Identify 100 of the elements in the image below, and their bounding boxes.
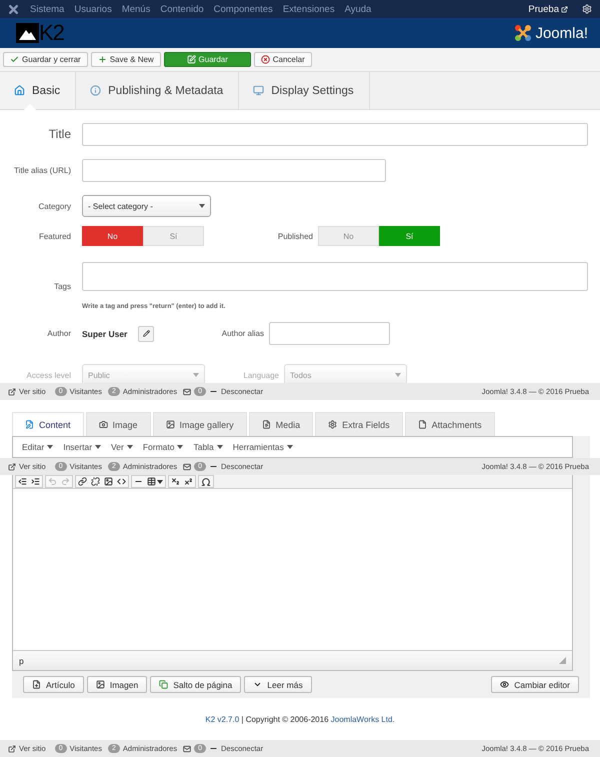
menu-item[interactable]: Usuarios <box>69 4 117 14</box>
toggle-option[interactable]: Sí <box>379 226 440 246</box>
editor-menu[interactable]: Insertar <box>58 442 106 452</box>
title-field[interactable] <box>82 122 588 146</box>
brand-logo-icon <box>514 24 532 42</box>
editor-tool-button[interactable] <box>115 476 128 487</box>
toolbar-button[interactable]: Save & New <box>90 52 161 67</box>
editor-tool-button[interactable] <box>169 476 182 487</box>
redo-icon <box>61 477 70 486</box>
caret-icon <box>199 204 205 208</box>
external-link-icon <box>561 6 568 12</box>
caret-icon <box>177 445 184 449</box>
settings-icon[interactable] <box>582 4 592 14</box>
menu-item[interactable]: Componentes <box>208 4 278 14</box>
toolbar-button[interactable]: Guardar <box>164 52 251 67</box>
editor-tool-button[interactable] <box>199 476 213 487</box>
author-alias-field[interactable] <box>269 322 390 345</box>
content-tab[interactable]: Image <box>86 412 151 436</box>
editor-menu[interactable]: Formato <box>138 442 188 452</box>
camera-icon <box>98 420 108 429</box>
pencil-icon <box>142 330 150 337</box>
menu-item[interactable]: Sistema <box>25 4 70 14</box>
content-tab[interactable]: Image gallery <box>152 412 247 436</box>
editor-tool-button[interactable] <box>76 476 89 487</box>
external-link-icon <box>8 462 16 470</box>
menu-item[interactable]: Ayuda <box>340 4 376 14</box>
editor-tool-button[interactable] <box>16 476 29 487</box>
content-tab[interactable]: Extra Fields <box>315 412 403 436</box>
subscript-icon <box>171 477 180 486</box>
link-icon <box>78 477 87 486</box>
menu-item[interactable]: Menús <box>116 4 156 14</box>
version-link[interactable]: K2 v2.7.0 <box>205 714 240 724</box>
external-link-icon <box>8 744 16 752</box>
field-label: Category <box>38 202 71 210</box>
gear-icon <box>328 420 338 429</box>
tags-field[interactable] <box>82 262 588 291</box>
editor-tool-button[interactable] <box>102 476 115 487</box>
check-icon <box>10 55 19 64</box>
insert-button[interactable]: Salto de página <box>150 676 242 693</box>
image-icon <box>96 680 105 689</box>
editor-menu[interactable]: Editar <box>17 442 58 452</box>
field-label: Author <box>46 329 71 338</box>
superscript-icon <box>184 477 193 486</box>
element-path: p <box>19 656 24 666</box>
mountain-logo-icon <box>16 23 39 43</box>
caret-icon <box>193 373 199 377</box>
toggle-option[interactable]: No <box>82 226 143 246</box>
media-file-icon <box>262 420 271 429</box>
edit-icon <box>186 55 196 64</box>
cancel-icon <box>260 55 270 64</box>
caret-icon <box>286 445 293 449</box>
code-icon <box>117 477 126 486</box>
table-icon <box>147 477 156 486</box>
tab[interactable]: Publishing & Metadata <box>76 72 240 109</box>
envelope-icon <box>183 744 192 752</box>
caret-icon <box>95 445 102 449</box>
toggle-editor-button[interactable]: Cambiar editor <box>491 676 579 693</box>
category-select[interactable]: - Select category - <box>82 195 211 217</box>
editor-tool-button[interactable] <box>145 476 165 487</box>
content-tab[interactable]: Media <box>248 412 314 436</box>
omega-icon <box>201 476 211 486</box>
alias-field[interactable] <box>82 158 386 182</box>
chevron-down-icon <box>253 680 262 689</box>
logo-text: K2 <box>39 22 64 44</box>
joomla-icon[interactable] <box>8 4 19 14</box>
field-label: Language <box>242 370 279 380</box>
resize-grip-icon[interactable] <box>559 657 566 664</box>
editor-menu[interactable]: Herramientas <box>228 442 298 452</box>
toolbar-button[interactable]: Guardar y cerrar <box>3 52 88 67</box>
caret-icon <box>157 480 163 484</box>
content-tab[interactable]: Attachments <box>404 412 495 436</box>
content-tab[interactable]: Content <box>12 412 84 436</box>
user-link[interactable]: Prueba <box>528 4 568 14</box>
envelope-icon <box>183 388 192 396</box>
toolbar-button[interactable]: Cancelar <box>254 52 312 67</box>
tab[interactable]: Display Settings <box>239 72 370 109</box>
insert-button[interactable]: Artículo <box>23 676 84 693</box>
editor-menu[interactable]: Tabla <box>188 442 228 452</box>
caret-icon <box>216 445 223 449</box>
edit-button[interactable] <box>138 326 154 342</box>
menu-item[interactable]: Contenido <box>155 4 209 14</box>
indent-icon <box>31 477 40 486</box>
field-label: Tags <box>53 282 71 291</box>
monitor-icon <box>253 85 264 96</box>
envelope-icon <box>183 462 192 470</box>
eye-icon <box>500 680 510 689</box>
editor-tool-button[interactable] <box>89 476 102 487</box>
editor-menu[interactable]: Ver <box>106 442 138 452</box>
editor-tool-button[interactable] <box>182 476 195 487</box>
insert-button[interactable]: Imagen <box>86 676 148 693</box>
company-link[interactable]: JoomlaWorks Ltd. <box>330 714 395 724</box>
editor-tool-button[interactable] <box>29 476 42 487</box>
insert-button[interactable]: Leer más <box>244 676 312 693</box>
document-icon <box>25 420 34 429</box>
footer-text: K2 v2.7.0 | Copyright © 2006-2016 JoomlaWorks Ltd. <box>205 714 395 724</box>
external-link-icon <box>8 388 16 396</box>
caret-icon <box>47 445 54 449</box>
field-label: Featured <box>38 232 71 240</box>
menu-item[interactable]: Extensiones <box>278 4 340 14</box>
copy-icon <box>159 680 168 689</box>
